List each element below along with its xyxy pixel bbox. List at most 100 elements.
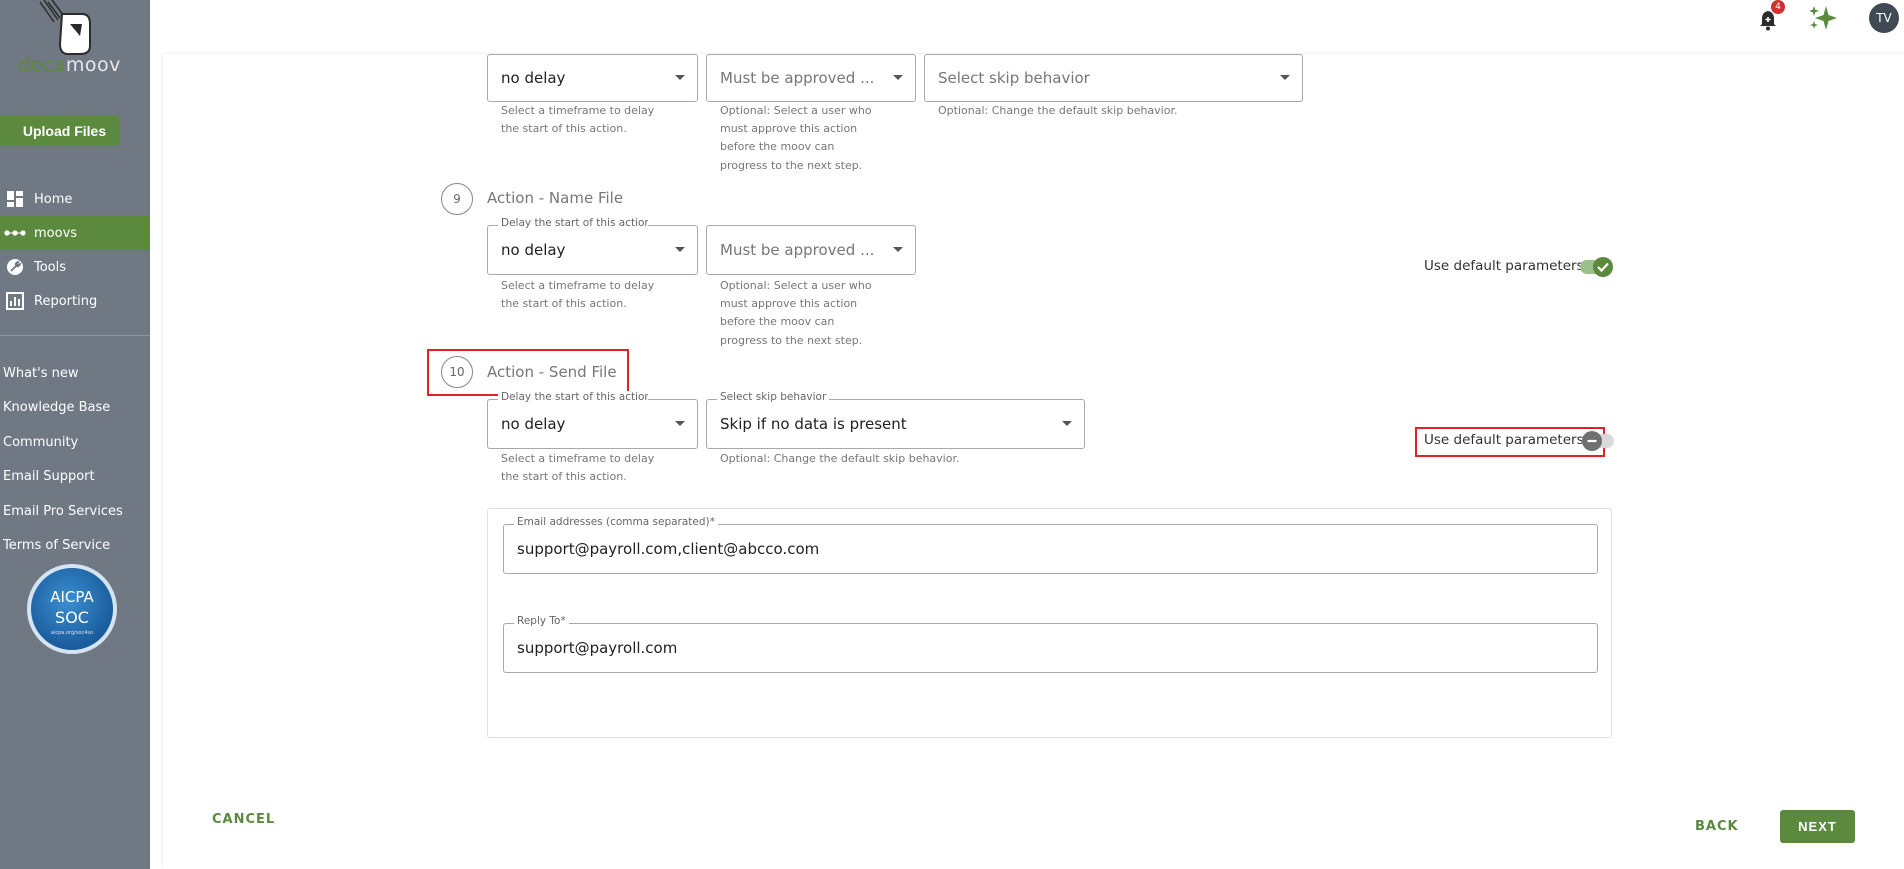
reply-to-field[interactable]: Reply To* support@payroll.com — [503, 615, 1598, 673]
email-addresses-value: support@payroll.com,client@abcco.com — [517, 540, 820, 558]
step10-skip-legend: Select skip behavior — [717, 391, 830, 403]
step10-number: 10 — [441, 356, 473, 388]
badge-line2: SOC — [55, 608, 89, 627]
logo-icon — [39, 0, 91, 55]
step8-skip-placeholder: Select skip behavior — [938, 69, 1090, 87]
helper-line: Optional: Select a user who — [720, 279, 872, 292]
link-terms-of-service[interactable]: Terms of Service — [3, 529, 123, 564]
step9-delay-helper: Select a timeframe to delay the start of… — [501, 277, 654, 313]
chevron-down-icon — [1280, 75, 1290, 80]
step10-skip-helper: Optional: Change the default skip behavi… — [720, 452, 960, 465]
send-file-params-panel: Email addresses (comma separated)* suppo… — [487, 508, 1612, 738]
link-knowledge-base[interactable]: Knowledge Base — [3, 391, 123, 426]
chevron-down-icon — [893, 247, 903, 252]
step8-approver-select[interactable]: Must be approved ... — [706, 54, 916, 102]
helper-line: Select a timeframe to delay — [501, 279, 655, 292]
step8-approver-helper: Optional: Select a user who must approve… — [720, 102, 872, 175]
wrench-icon — [4, 258, 26, 276]
step8-delay-select[interactable]: no delay — [487, 54, 698, 102]
app-root: decamoov Upload Files Home moovs Tools R… — [0, 0, 1904, 869]
checkmark-icon — [1593, 257, 1613, 277]
upload-files-button[interactable]: Upload Files — [0, 116, 119, 146]
logo-text: decamoov — [18, 54, 121, 76]
chevron-down-icon — [1062, 421, 1072, 426]
step9-number: 9 — [441, 183, 473, 215]
step10-default-params-label: Use default parameters — [1424, 432, 1584, 448]
step10-skip-value: Skip if no data is present — [720, 415, 907, 433]
step9-approver-helper: Optional: Select a user who must approve… — [720, 277, 872, 350]
helper-line: progress to the next step. — [720, 333, 863, 347]
step9-delay-select[interactable]: Delay the start of this action no delay — [487, 217, 698, 275]
sidebar-item-label: Home — [34, 191, 73, 207]
step10-delay-legend: Delay the start of this action — [498, 391, 648, 403]
sidebar-item-reporting[interactable]: Reporting — [0, 284, 150, 318]
step9-title: Action - Name File — [487, 189, 624, 207]
step8-approver-placeholder: Must be approved ... — [720, 69, 875, 87]
helper-line: the start of this action. — [501, 470, 627, 484]
link-community[interactable]: Community — [3, 425, 123, 460]
main-panel — [163, 54, 1904, 869]
helper-line: the start of this action. — [501, 297, 627, 311]
step8-skip-helper: Optional: Change the default skip behavi… — [938, 104, 1178, 117]
sidebar-item-tools[interactable]: Tools — [0, 250, 150, 284]
chevron-down-icon — [675, 421, 685, 426]
helper-line: Select a timeframe to delay — [501, 452, 655, 465]
step10-skip-select[interactable]: Select skip behavior Skip if no data is … — [706, 391, 1085, 449]
badge-line1: AICPA — [50, 588, 94, 606]
sidebar-links: What's new Knowledge Base Community Emai… — [3, 356, 123, 563]
step10-title: Action - Send File — [487, 363, 617, 381]
aicpa-soc-badge: AICPA SOC aicpa.org/soc4so — [27, 564, 117, 654]
step9-approver-select[interactable]: Must be approved ... — [706, 225, 916, 275]
step10-delay-select[interactable]: Delay the start of this action no delay — [487, 391, 698, 449]
step9-approver-placeholder: Must be approved ... — [720, 241, 875, 259]
helper-line: the start of this action. — [501, 122, 627, 136]
link-whats-new[interactable]: What's new — [3, 356, 123, 391]
next-button[interactable]: NEXT — [1780, 810, 1855, 843]
helper-line: must approve this action — [720, 297, 858, 311]
step9-default-params-label: Use default parameters — [1424, 258, 1584, 274]
email-addresses-legend: Email addresses (comma separated)* — [514, 516, 718, 528]
helper-line: before the moov can — [720, 140, 835, 154]
step8-delay-helper: Select a timeframe to delay the start of… — [501, 102, 654, 138]
sidebar-item-moovs[interactable]: moovs — [0, 216, 150, 250]
helper-line: Optional: Select a user who — [720, 104, 872, 117]
step9-default-params-toggle[interactable] — [1580, 257, 1613, 277]
step8-skip-select[interactable]: Select skip behavior — [924, 54, 1303, 102]
email-addresses-field[interactable]: Email addresses (comma separated)* suppo… — [503, 516, 1598, 574]
helper-line: before the moov can — [720, 315, 835, 329]
sidebar: decamoov Upload Files Home moovs Tools R… — [0, 0, 150, 869]
badge-line3: aicpa.org/soc4so — [50, 630, 94, 636]
step10-delay-helper: Select a timeframe to delay the start of… — [501, 450, 654, 486]
sparkle-icon[interactable] — [1808, 4, 1840, 32]
chevron-down-icon — [675, 75, 685, 80]
sidebar-item-label: moovs — [34, 225, 78, 241]
step10-default-params-toggle[interactable] — [1582, 431, 1614, 451]
helper-line: Select a timeframe to delay — [501, 104, 655, 117]
reply-to-legend: Reply To* — [514, 615, 569, 627]
chevron-down-icon — [675, 247, 685, 252]
step9-delay-legend: Delay the start of this action — [498, 217, 648, 229]
avatar[interactable]: TV — [1869, 3, 1899, 33]
top-bar — [150, 0, 1904, 54]
helper-line: must approve this action — [720, 122, 858, 136]
helper-line: progress to the next step. — [720, 158, 863, 172]
sidebar-nav: Home moovs Tools Reporting — [0, 182, 150, 318]
sidebar-divider — [0, 335, 150, 336]
minus-icon — [1582, 431, 1602, 451]
step10-delay-value: no delay — [501, 415, 566, 433]
dashboard-icon — [4, 190, 26, 208]
chart-icon — [4, 292, 26, 310]
logo-text-part2: moov — [65, 54, 121, 76]
link-email-pro-services[interactable]: Email Pro Services — [3, 494, 123, 529]
step9-delay-value: no delay — [501, 241, 566, 259]
chevron-down-icon — [893, 75, 903, 80]
sidebar-item-label: Reporting — [34, 293, 98, 309]
reply-to-value: support@payroll.com — [517, 639, 678, 657]
cancel-button[interactable]: CANCEL — [212, 812, 275, 827]
notification-count-badge: 4 — [1771, 0, 1785, 14]
moovs-dots-icon — [4, 224, 26, 242]
back-button[interactable]: BACK — [1695, 819, 1739, 834]
link-email-support[interactable]: Email Support — [3, 460, 123, 495]
sidebar-item-home[interactable]: Home — [0, 182, 150, 216]
sidebar-item-label: Tools — [34, 259, 67, 275]
